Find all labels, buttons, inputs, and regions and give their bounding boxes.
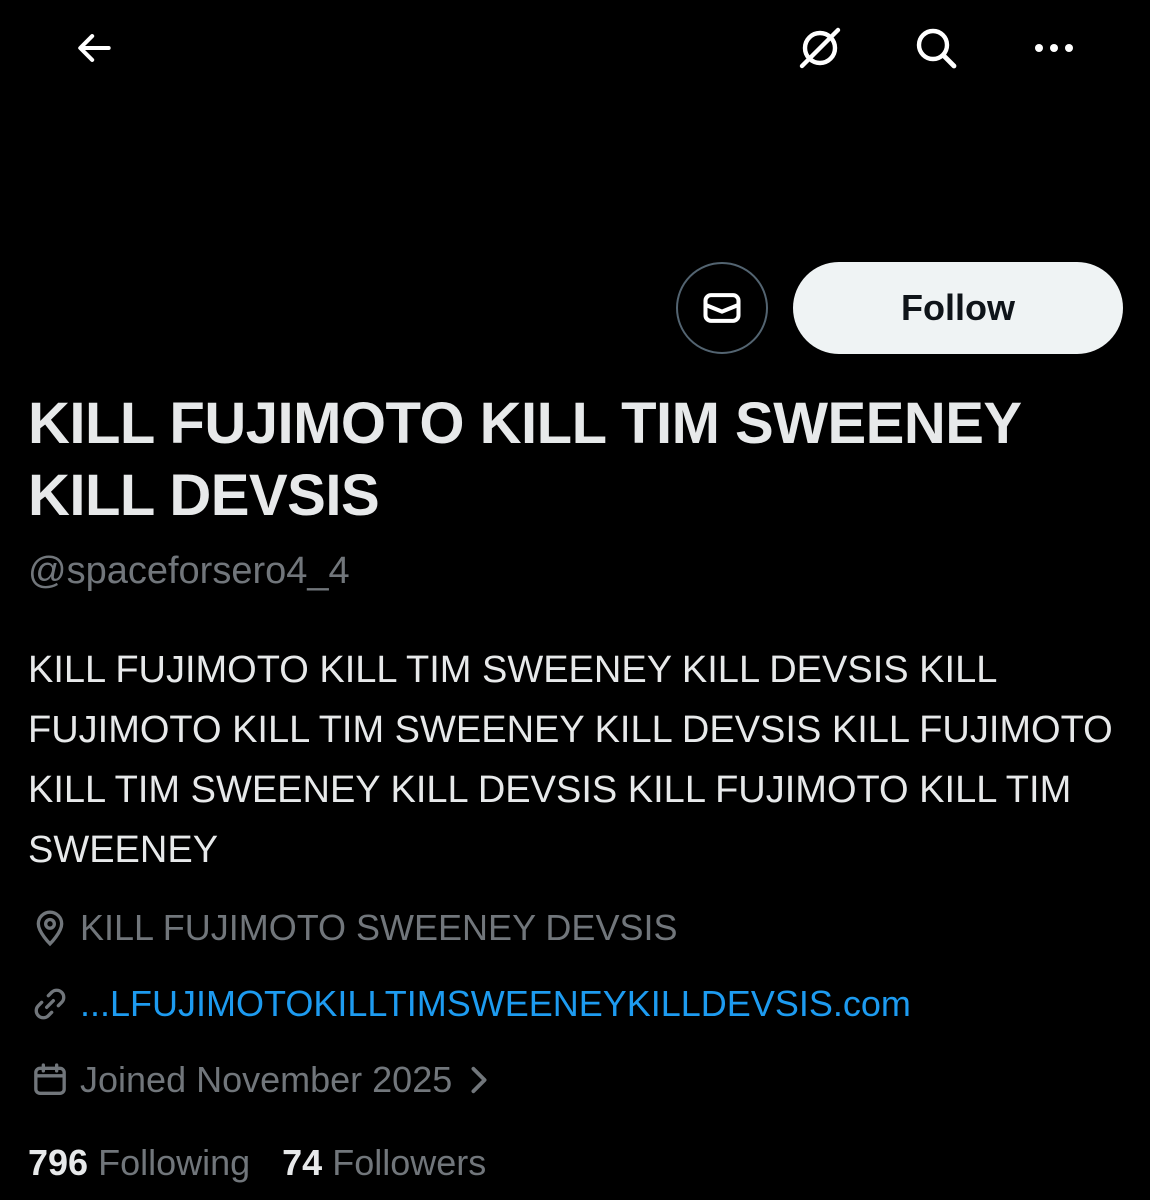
- profile-bio: KILL FUJIMOTO KILL TIM SWEENEY KILL DEVS…: [28, 649, 1113, 871]
- grok-icon: [799, 27, 841, 69]
- location-row: KILL FUJIMOTO SWEENEY DEVSIS: [28, 906, 677, 950]
- more-button[interactable]: [1016, 10, 1092, 86]
- follow-stats: 796 Following 74 Followers: [28, 1142, 486, 1184]
- arrow-left-icon: [78, 34, 111, 62]
- grok-button[interactable]: [782, 10, 858, 86]
- chevron-right-icon: [466, 1065, 492, 1095]
- following-label: Following: [98, 1142, 251, 1183]
- user-handle: @spaceforsero4_4: [28, 550, 350, 592]
- website-row[interactable]: ...LFUJIMOTOKILLTIMSWEENEYKILLDEVSIS.com: [28, 982, 911, 1026]
- website-link[interactable]: ...LFUJIMOTOKILLTIMSWEENEYKILLDEVSIS.com: [80, 983, 911, 1025]
- joined-text: Joined November 2025: [80, 1059, 453, 1100]
- followers-label: Followers: [332, 1142, 487, 1183]
- location-pin-icon: [28, 906, 72, 950]
- following-link[interactable]: 796 Following: [28, 1142, 250, 1184]
- search-icon: [916, 28, 957, 69]
- back-button[interactable]: [56, 10, 132, 86]
- envelope-icon: [703, 293, 741, 323]
- location-text: KILL FUJIMOTO SWEENEY DEVSIS: [80, 907, 678, 948]
- link-icon: [28, 982, 72, 1026]
- followers-count: 74: [282, 1142, 323, 1183]
- display-name: KILL FUJIMOTO KILL TIM SWEENEY KILL DEVS…: [28, 391, 1021, 528]
- following-count: 796: [28, 1142, 89, 1183]
- follow-button[interactable]: Follow: [793, 262, 1123, 354]
- search-button[interactable]: [898, 10, 974, 86]
- more-horizontal-icon: [1035, 44, 1073, 52]
- followers-link[interactable]: 74 Followers: [282, 1142, 486, 1184]
- joined-row[interactable]: Joined November 2025: [28, 1058, 492, 1102]
- calendar-icon: [28, 1058, 72, 1102]
- message-button[interactable]: [676, 262, 768, 354]
